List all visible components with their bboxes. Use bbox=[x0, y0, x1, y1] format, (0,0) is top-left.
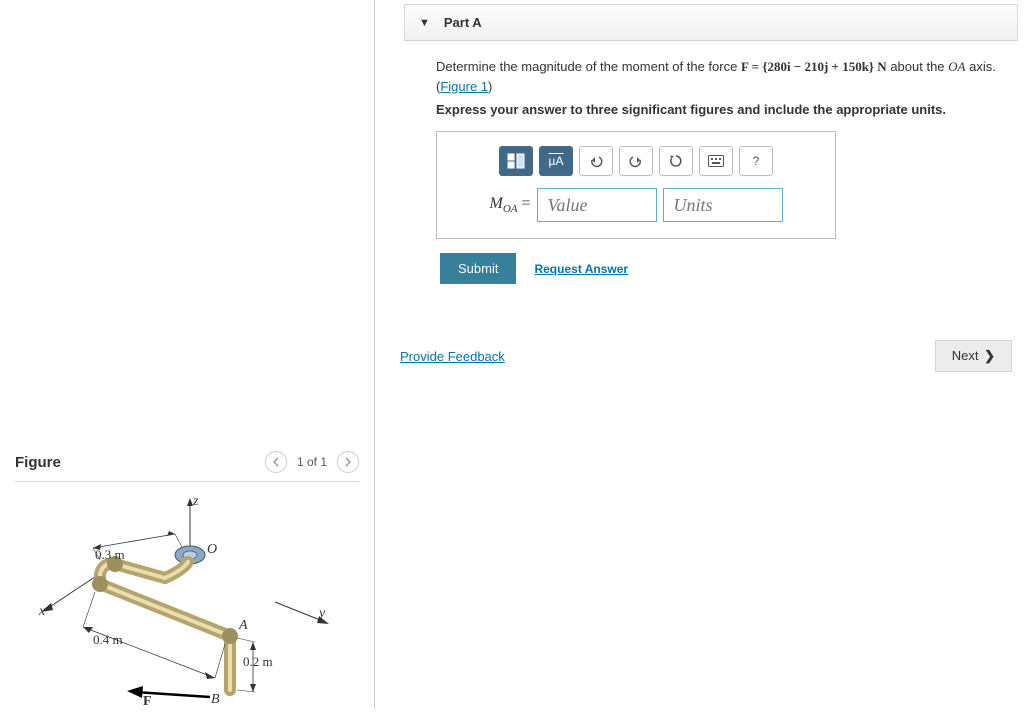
part-header[interactable]: ▼ Part A bbox=[404, 4, 1018, 41]
chevron-right-icon bbox=[344, 457, 352, 467]
units-input[interactable] bbox=[663, 188, 783, 222]
force-F-label: F bbox=[143, 694, 152, 710]
redo-button[interactable] bbox=[619, 146, 653, 176]
axis-name: OA bbox=[948, 59, 965, 74]
units-button[interactable]: µA bbox=[539, 146, 573, 176]
template-button[interactable] bbox=[499, 146, 533, 176]
redo-icon bbox=[629, 154, 643, 168]
chevron-right-icon: ❯ bbox=[984, 348, 995, 363]
keyboard-icon bbox=[708, 155, 724, 167]
answer-box: µA ? bbox=[436, 131, 836, 239]
dim-0.4m: 0.4 m bbox=[93, 632, 123, 648]
caret-down-icon: ▼ bbox=[419, 17, 430, 29]
chevron-left-icon bbox=[272, 457, 280, 467]
figure-panel: Figure 1 of 1 bbox=[0, 0, 375, 709]
question-panel: ▼ Part A Determine the magnitude of the … bbox=[375, 0, 1024, 709]
provide-feedback-link[interactable]: Provide Feedback bbox=[400, 349, 505, 364]
next-button[interactable]: Next ❯ bbox=[935, 340, 1012, 372]
undo-button[interactable] bbox=[579, 146, 613, 176]
axis-z-label: z bbox=[193, 494, 198, 510]
help-button[interactable]: ? bbox=[739, 146, 773, 176]
part-label: Part A bbox=[444, 15, 482, 30]
figure-diagram: z x y O A B F 0.3 m 0.4 m 0.2 m bbox=[15, 492, 335, 712]
figure-next-button[interactable] bbox=[337, 451, 359, 473]
answer-variable-label: MOA = bbox=[489, 195, 530, 215]
fraction-template-icon bbox=[507, 153, 525, 169]
keyboard-button[interactable] bbox=[699, 146, 733, 176]
reset-button[interactable] bbox=[659, 146, 693, 176]
request-answer-link[interactable]: Request Answer bbox=[534, 262, 628, 276]
reset-icon bbox=[669, 154, 683, 168]
force-expression: F = {280i − 210j + 150k} N bbox=[741, 59, 887, 74]
figure-prev-button[interactable] bbox=[265, 451, 287, 473]
dim-0.2m: 0.2 m bbox=[243, 654, 273, 670]
figure-title: Figure bbox=[15, 454, 61, 471]
submit-button[interactable]: Submit bbox=[440, 253, 516, 284]
answer-toolbar: µA ? bbox=[449, 146, 823, 176]
answer-instruction: Express your answer to three significant… bbox=[436, 102, 1004, 117]
point-B-label: B bbox=[211, 692, 220, 708]
undo-icon bbox=[589, 154, 603, 168]
help-icon: ? bbox=[753, 154, 760, 168]
point-A-label: A bbox=[239, 618, 248, 634]
value-input[interactable] bbox=[537, 188, 657, 222]
question-prompt: Determine the magnitude of the moment of… bbox=[436, 57, 996, 96]
axis-x-label: x bbox=[39, 604, 45, 620]
dim-0.3m: 0.3 m bbox=[95, 547, 125, 563]
figure-pager-text: 1 of 1 bbox=[297, 455, 327, 469]
axis-y-label: y bbox=[319, 606, 325, 622]
figure-link[interactable]: Figure 1 bbox=[440, 79, 488, 94]
figure-pager: 1 of 1 bbox=[265, 451, 359, 473]
point-O-label: O bbox=[207, 542, 217, 558]
